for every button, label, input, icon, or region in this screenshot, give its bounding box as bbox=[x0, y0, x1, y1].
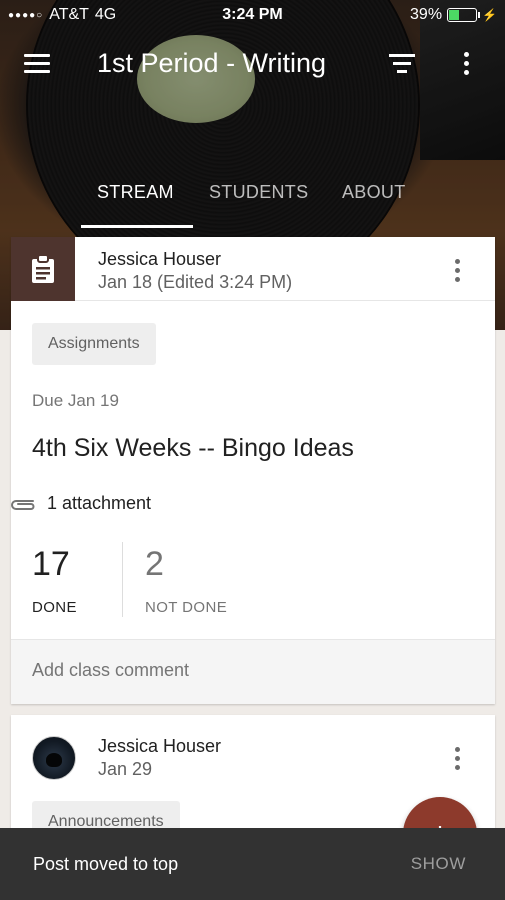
done-count[interactable]: 17 bbox=[32, 545, 70, 584]
post-author: Jessica Houser bbox=[98, 249, 222, 269]
battery-level bbox=[449, 10, 460, 20]
topic-chip[interactable]: Assignments bbox=[32, 323, 156, 365]
top-app-bar: 1st Period - Writing bbox=[0, 40, 505, 90]
tab-bar: STREAM STUDENTS ABOUT bbox=[0, 170, 505, 230]
post-date: Jan 18 (Edited 3:24 PM) bbox=[98, 272, 293, 292]
assignment-icon bbox=[11, 237, 75, 301]
class-comment-input[interactable]: Add class comment bbox=[11, 639, 495, 704]
more-vert-icon[interactable] bbox=[458, 52, 474, 78]
snackbar: Post moved to top SHOW bbox=[0, 828, 505, 900]
snackbar-show-button[interactable]: SHOW bbox=[411, 854, 466, 874]
avatar bbox=[32, 736, 76, 780]
post-header: Jessica Houser Jan 18 (Edited 3:24 PM) bbox=[11, 237, 495, 301]
battery-icon bbox=[447, 8, 481, 22]
class-title: 1st Period - Writing bbox=[97, 48, 327, 78]
tab-about[interactable]: ABOUT bbox=[342, 182, 406, 203]
submission-stats: 17 DONE 2 NOT DONE bbox=[11, 537, 495, 627]
assignment-card[interactable]: Jessica Houser Jan 18 (Edited 3:24 PM) A… bbox=[11, 237, 495, 704]
status-time: 3:24 PM bbox=[222, 6, 283, 23]
post-date: Jan 29 bbox=[98, 759, 153, 779]
tab-students[interactable]: STUDENTS bbox=[209, 182, 308, 203]
snackbar-message: Post moved to top bbox=[33, 853, 179, 874]
post-more-vert-icon[interactable] bbox=[451, 259, 463, 285]
assignment-title[interactable]: 4th Six Weeks -- Bingo Ideas bbox=[32, 434, 354, 463]
post-author: Jessica Houser bbox=[98, 736, 222, 756]
not-done-count[interactable]: 2 bbox=[145, 545, 164, 584]
active-tab-indicator bbox=[81, 225, 193, 228]
done-label: DONE bbox=[32, 599, 77, 616]
menu-icon[interactable] bbox=[24, 54, 50, 74]
tab-stream[interactable]: STREAM bbox=[97, 182, 174, 203]
stats-divider bbox=[122, 542, 123, 617]
due-date: Due Jan 19 bbox=[32, 391, 119, 410]
status-bar: ●●●●○ AT&T 4G 3:24 PM 39% ⚡ bbox=[0, 0, 505, 30]
attachment-row[interactable]: 1 attachment bbox=[9, 493, 151, 514]
filter-icon[interactable] bbox=[388, 54, 416, 76]
attachment-icon bbox=[11, 499, 35, 510]
attachment-count: 1 attachment bbox=[47, 493, 152, 513]
not-done-label: NOT DONE bbox=[145, 599, 228, 616]
post-more-vert-icon[interactable] bbox=[451, 747, 463, 773]
